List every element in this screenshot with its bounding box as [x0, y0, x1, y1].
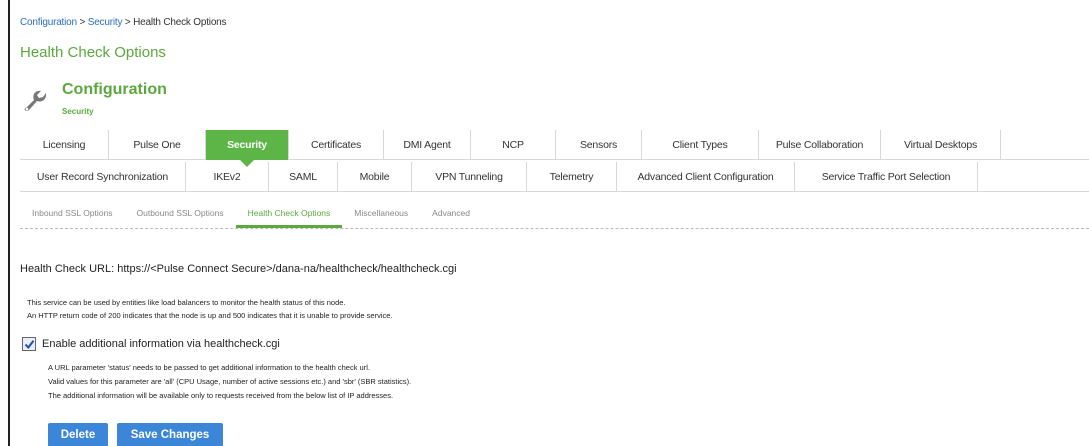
subtab-miscellaneous[interactable]: Miscellaneous — [342, 204, 420, 228]
tab-user-record-synchronization[interactable]: User Record Synchronization — [20, 162, 186, 192]
tab-sensors[interactable]: Sensors — [556, 130, 642, 160]
tab-saml[interactable]: SAML — [269, 162, 338, 192]
tab-dmi-agent[interactable]: DMI Agent — [384, 130, 471, 160]
breadcrumb-separator: > — [79, 17, 86, 28]
health-check-url-value: https://<Pulse Connect Secure>/dana-na/h… — [117, 263, 457, 275]
tab-advanced-client-configuration[interactable]: Advanced Client Configuration — [617, 162, 795, 192]
left-border — [8, 0, 10, 446]
tab-virtual-desktops[interactable]: Virtual Desktops — [881, 130, 1001, 160]
breadcrumb-configuration[interactable]: Configuration — [20, 17, 77, 28]
subtab-advanced[interactable]: Advanced — [420, 204, 482, 228]
tab-ncp[interactable]: NCP — [471, 130, 556, 160]
subtab-bar: Inbound SSL Options Outbound SSL Options… — [20, 204, 482, 228]
tab-ikev2[interactable]: IKEv2 — [186, 162, 269, 192]
additional-info-description-3: The additional information will be avail… — [48, 391, 394, 400]
wrench-icon — [20, 86, 50, 116]
tab-row-primary: Licensing Pulse One Security Certificate… — [20, 130, 1089, 167]
checkmark-icon — [24, 339, 34, 349]
additional-info-description-2: Valid values for this parameter are 'all… — [48, 377, 412, 386]
section-subtitle: Security — [62, 107, 94, 116]
health-check-url-label: Health Check URL: — [20, 263, 115, 275]
health-check-url-line: Health Check URL: https://<Pulse Connect… — [20, 263, 457, 275]
subtab-inbound-ssl-options[interactable]: Inbound SSL Options — [20, 204, 125, 228]
delete-button[interactable]: Delete — [48, 423, 108, 446]
page-title: Health Check Options — [20, 44, 166, 61]
enable-additional-info-row: Enable additional information via health… — [22, 337, 280, 351]
section-title: Configuration — [62, 81, 167, 98]
subtab-outbound-ssl-options[interactable]: Outbound SSL Options — [125, 204, 236, 228]
health-check-description-1: This service can be used by entities lik… — [27, 298, 346, 307]
subtab-divider — [20, 228, 1089, 229]
tab-licensing[interactable]: Licensing — [20, 130, 109, 160]
breadcrumb-separator: > — [124, 17, 131, 28]
breadcrumb-current: Health Check Options — [133, 17, 227, 28]
tab-mobile[interactable]: Mobile — [338, 162, 412, 192]
health-check-description-2: An HTTP return code of 200 indicates tha… — [27, 311, 393, 320]
tab-telemetry[interactable]: Telemetry — [527, 162, 617, 192]
tab-service-traffic-port-selection[interactable]: Service Traffic Port Selection — [795, 162, 978, 192]
subtab-health-check-options[interactable]: Health Check Options — [235, 204, 343, 228]
tab-pulse-one[interactable]: Pulse One — [109, 130, 206, 160]
save-changes-button[interactable]: Save Changes — [117, 423, 223, 446]
tab-client-types[interactable]: Client Types — [642, 130, 759, 160]
tab-pulse-collaboration[interactable]: Pulse Collaboration — [759, 130, 881, 160]
tab-row-secondary: User Record Synchronization IKEv2 SAML M… — [20, 162, 1089, 192]
enable-additional-info-label[interactable]: Enable additional information via health… — [42, 338, 280, 350]
breadcrumb: Configuration > Security > Health Check … — [20, 17, 227, 28]
tab-security[interactable]: Security — [206, 130, 289, 167]
additional-info-description-1: A URL parameter 'status' needs to be pas… — [48, 363, 370, 372]
tab-vpn-tunneling[interactable]: VPN Tunneling — [412, 162, 527, 192]
breadcrumb-security[interactable]: Security — [88, 17, 123, 28]
tab-certificates[interactable]: Certificates — [289, 130, 384, 160]
enable-additional-info-checkbox[interactable] — [22, 337, 36, 351]
